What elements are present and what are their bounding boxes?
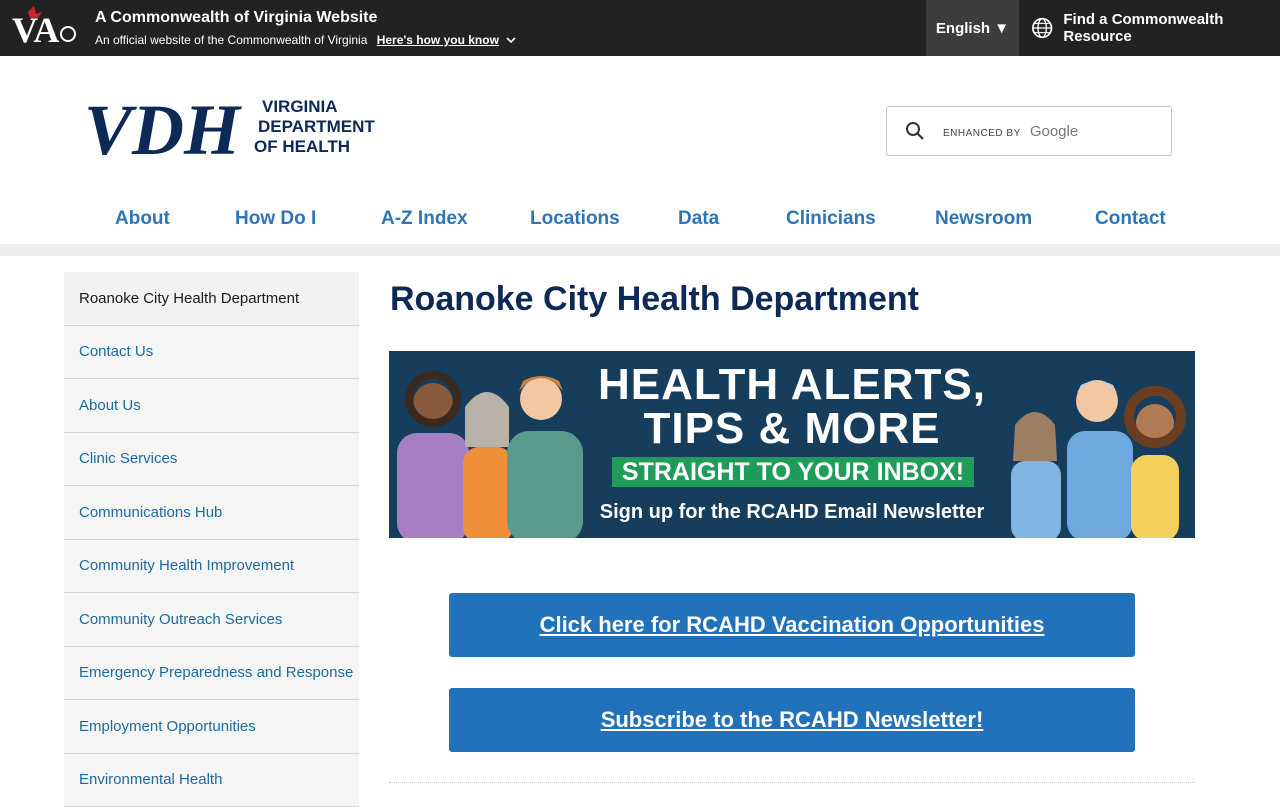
globe-icon — [1031, 16, 1053, 40]
banner-headline-line1: HEALTH ALERTS, — [389, 363, 1195, 407]
search-input[interactable]: ENHANCED BY Google — [943, 123, 1143, 140]
vdh-logo-line3: OF HEALTH — [254, 137, 350, 156]
search-enhanced-by: ENHANCED BY — [943, 128, 1021, 139]
virginia-seal-logo-icon[interactable]: VA — [10, 4, 80, 50]
nav-a-z-index[interactable]: A-Z Index — [381, 208, 468, 230]
commonwealth-subtitle: An official website of the Commonwealth … — [95, 33, 516, 47]
vdh-logo[interactable]: VDH VIRGINIA DEPARTMENT OF HEALTH — [84, 92, 376, 158]
sidebar-item-roanoke-city-health-department[interactable]: Roanoke City Health Department — [64, 272, 359, 326]
search-icon[interactable] — [905, 121, 925, 141]
nav-newsroom[interactable]: Newsroom — [935, 208, 1032, 230]
nav-clinicians[interactable]: Clinicians — [786, 208, 876, 230]
find-resource-button[interactable]: Find a Commonwealth Resource — [1019, 0, 1280, 56]
vaccination-opportunities-button[interactable]: Click here for RCAHD Vaccination Opportu… — [449, 593, 1135, 657]
banner-headline-line2: TIPS & MORE — [389, 407, 1195, 451]
commonwealth-bar: VA A Commonwealth of Virginia Website An… — [0, 0, 1280, 56]
sidebar: Roanoke City Health Department Contact U… — [64, 272, 359, 807]
sidebar-item-about-us[interactable]: About Us — [64, 379, 359, 433]
vdh-logo-letters: VDH — [84, 92, 242, 158]
content-divider — [389, 782, 1195, 783]
sidebar-item-contact-us[interactable]: Contact Us — [64, 326, 359, 380]
vdh-logo-line1: VIRGINIA — [262, 97, 338, 116]
sidebar-item-employment-opportunities[interactable]: Employment Opportunities — [64, 700, 359, 754]
vdh-logo-line2: DEPARTMENT — [258, 117, 375, 136]
sidebar-item-emergency-preparedness[interactable]: Emergency Preparedness and Response — [64, 647, 359, 701]
how-you-know-link[interactable]: Here's how you know — [377, 33, 499, 47]
site-search[interactable]: ENHANCED BY Google — [886, 106, 1172, 156]
nav-data[interactable]: Data — [678, 208, 719, 230]
banner-subline: Sign up for the RCAHD Email Newsletter — [389, 501, 1195, 524]
find-resource-label: Find a Commonwealth Resource — [1063, 11, 1280, 45]
banner-green-strip: STRAIGHT TO YOUR INBOX! — [612, 457, 974, 487]
nav-locations[interactable]: Locations — [530, 208, 620, 230]
sidebar-item-communications-hub[interactable]: Communications Hub — [64, 486, 359, 540]
subscribe-newsletter-button[interactable]: Subscribe to the RCAHD Newsletter! — [449, 688, 1135, 752]
vaccination-opportunities-label: Click here for RCAHD Vaccination Opportu… — [540, 612, 1045, 638]
sidebar-item-clinic-services[interactable]: Clinic Services — [64, 433, 359, 487]
nav-how-do-i[interactable]: How Do I — [235, 208, 316, 230]
nav-about[interactable]: About — [115, 208, 170, 230]
banner-headline: HEALTH ALERTS, TIPS & MORE — [389, 363, 1195, 451]
language-selector[interactable]: English ▼ — [926, 0, 1019, 56]
nav-contact[interactable]: Contact — [1095, 208, 1166, 230]
sidebar-item-community-health-improvement[interactable]: Community Health Improvement — [64, 540, 359, 594]
subscribe-newsletter-label: Subscribe to the RCAHD Newsletter! — [601, 707, 984, 733]
nav-separator — [0, 244, 1280, 256]
main-nav: About How Do I A-Z Index Locations Data … — [0, 196, 1280, 244]
google-logo: Google — [1030, 123, 1078, 140]
chevron-down-icon[interactable] — [506, 37, 516, 44]
commonwealth-subtitle-text: An official website of the Commonwealth … — [95, 33, 367, 47]
newsletter-banner[interactable]: HEALTH ALERTS, TIPS & MORE STRAIGHT TO Y… — [389, 351, 1195, 538]
sidebar-item-community-outreach-services[interactable]: Community Outreach Services — [64, 593, 359, 647]
sidebar-item-environmental-health[interactable]: Environmental Health — [64, 754, 359, 807]
commonwealth-title: A Commonwealth of Virginia Website — [95, 9, 377, 27]
page-title: Roanoke City Health Department — [390, 280, 919, 319]
